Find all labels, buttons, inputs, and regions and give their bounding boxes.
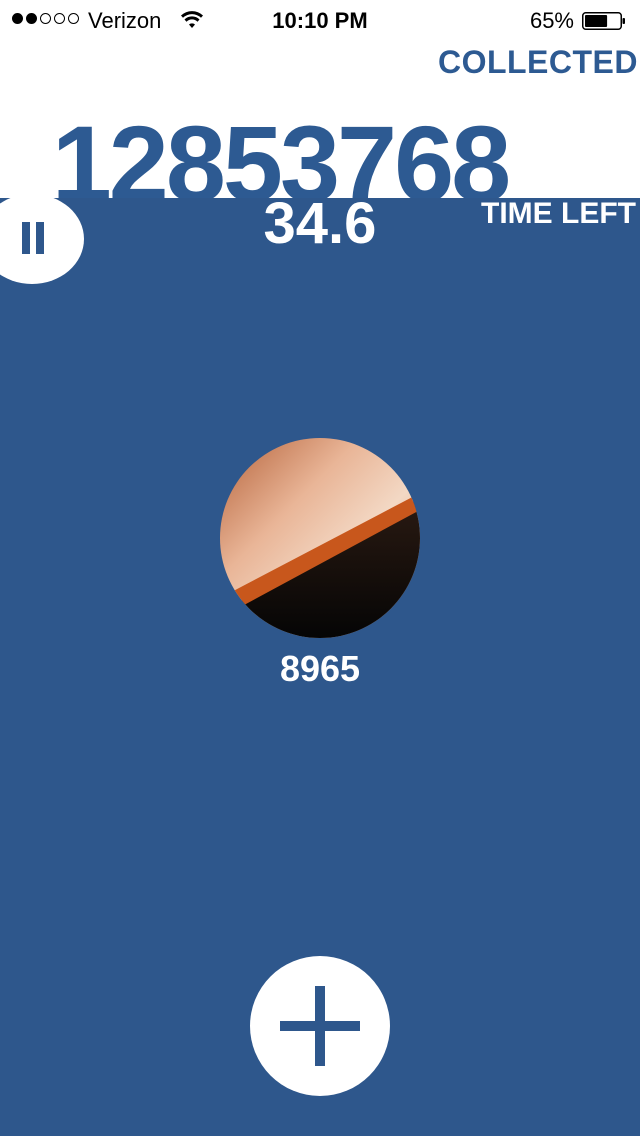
- photo-count: 8965: [279, 648, 361, 689]
- add-button[interactable]: [250, 956, 390, 1096]
- battery-percent: 65%: [529, 8, 574, 33]
- photo-thumbnail[interactable]: [220, 438, 420, 638]
- collected-label: COLLECTED: [437, 44, 638, 80]
- status-bar: Verizon 10:10 PM 65%: [0, 0, 640, 40]
- time-left-number: 34.6: [263, 191, 377, 256]
- photo-image: [220, 438, 420, 638]
- app-screen: Verizon 10:10 PM 65% COLLECTED 12853768 …: [0, 0, 640, 1136]
- battery-icon: [582, 12, 625, 30]
- time-left-label: TIME LEFT: [481, 197, 636, 230]
- plus-icon: [280, 986, 360, 1066]
